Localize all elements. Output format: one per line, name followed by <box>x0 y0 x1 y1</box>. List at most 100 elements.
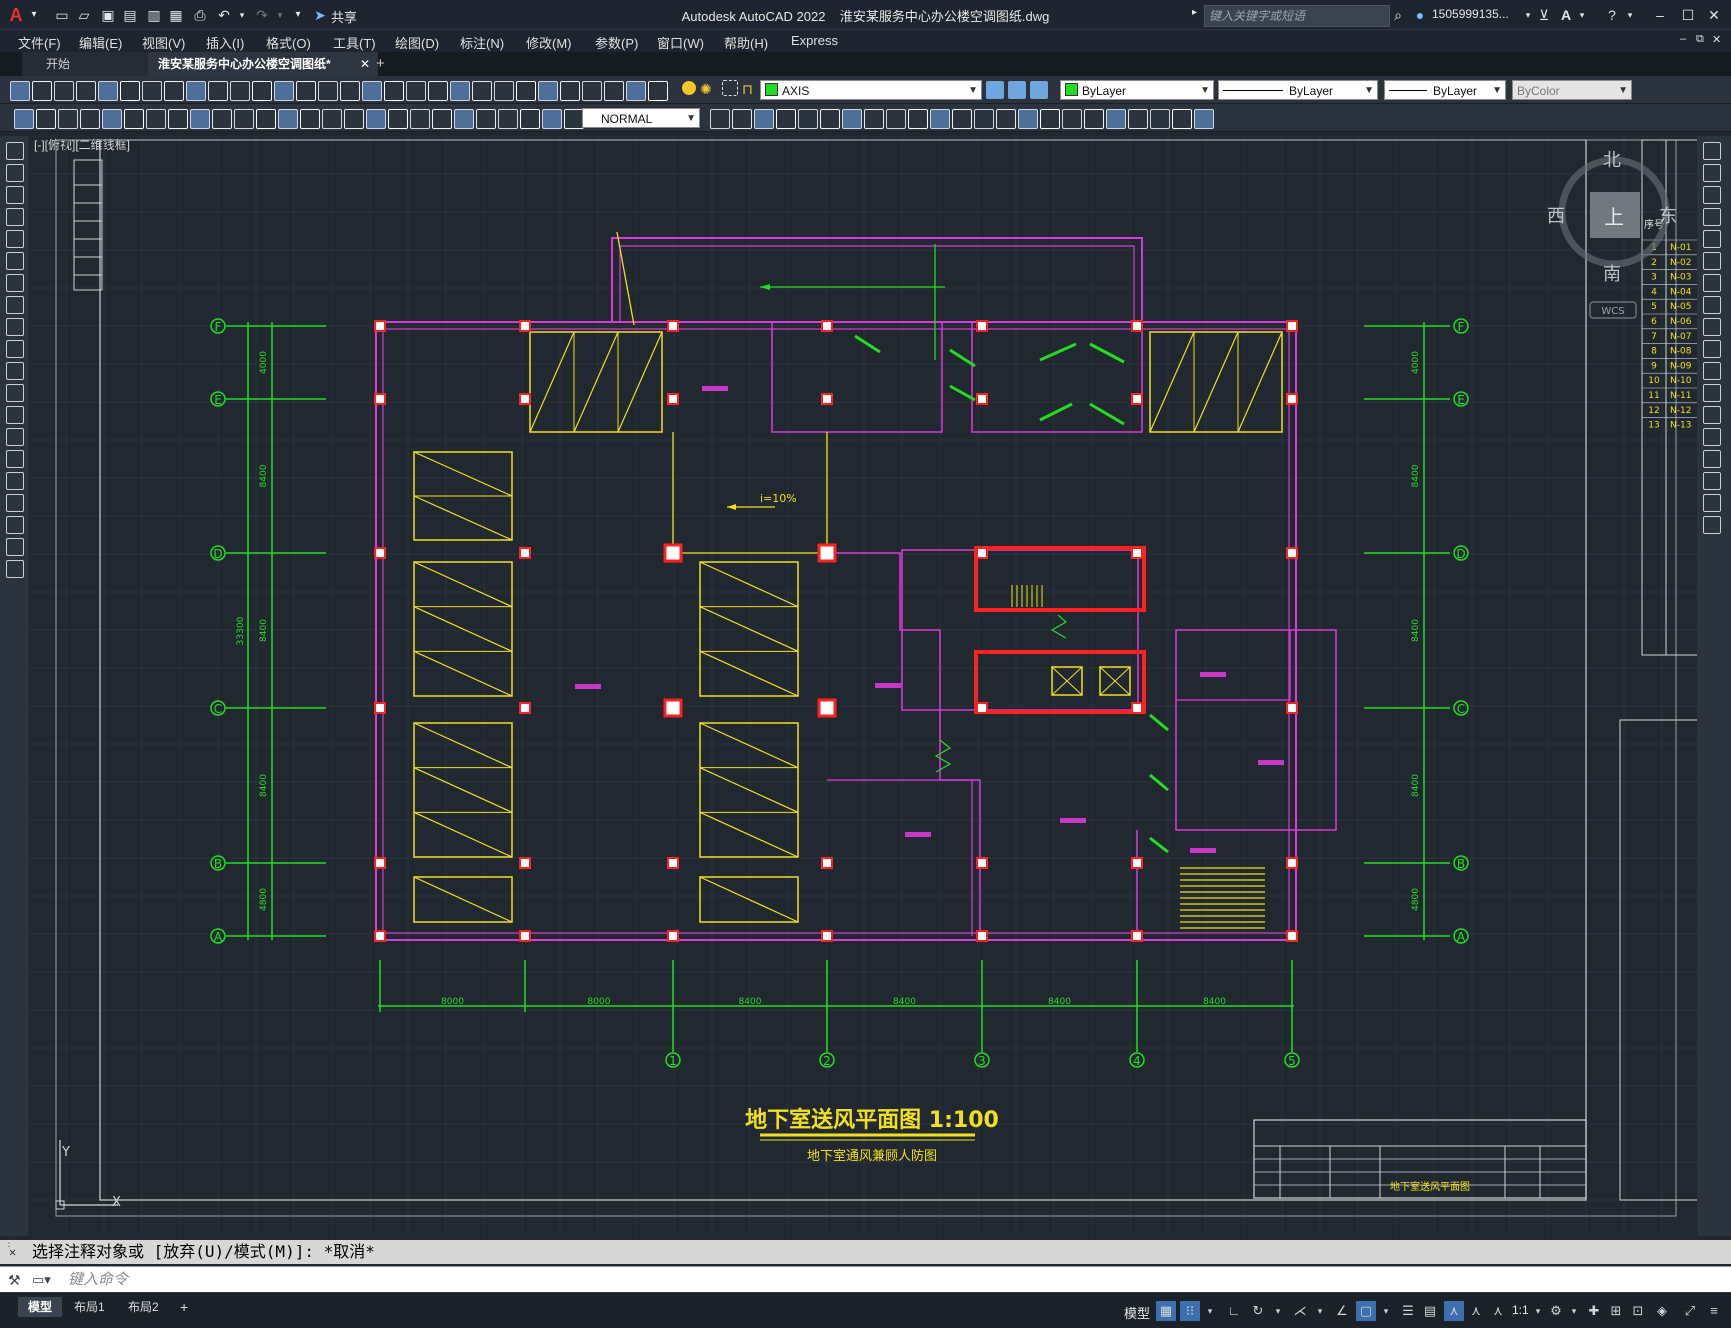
close-icon[interactable]: ✕ <box>1704 5 1724 25</box>
transparency-icon[interactable]: ▤ <box>1420 1301 1440 1321</box>
dimension-toolbar-button-13[interactable] <box>278 109 298 129</box>
viewcube-east[interactable]: 东 <box>1659 206 1677 227</box>
dimension-toolbar-button-37[interactable] <box>930 109 950 129</box>
search-expand-icon[interactable]: ▸ <box>1192 7 1197 18</box>
standard-toolbar-button-20[interactable] <box>428 81 448 101</box>
standard-toolbar-button-11[interactable] <box>230 81 250 101</box>
dimension-toolbar-button-3[interactable] <box>58 109 78 129</box>
dimension-toolbar-button-47[interactable] <box>1150 109 1170 129</box>
object-snap-icon[interactable]: ▢ <box>1356 1301 1376 1321</box>
draw-tool-10-icon[interactable] <box>6 340 24 358</box>
dimension-toolbar-button-30[interactable] <box>776 109 796 129</box>
standard-toolbar-button-17[interactable] <box>362 81 382 101</box>
modify-tool-16-icon[interactable] <box>1703 472 1721 490</box>
dimension-toolbar-button-12[interactable] <box>256 109 276 129</box>
share-icon[interactable]: ➤ <box>310 5 330 25</box>
menu-format[interactable]: 格式(O) <box>266 33 311 52</box>
draw-tool-19-icon[interactable] <box>6 538 24 556</box>
ortho-icon[interactable]: ∟ <box>1224 1301 1244 1321</box>
draw-tool-17-icon[interactable] <box>6 494 24 512</box>
dimension-toolbar-button-49[interactable] <box>1194 109 1214 129</box>
quick-properties-icon[interactable]: ⊡ <box>1628 1301 1648 1321</box>
object-snap-tracking-icon[interactable]: ∠ <box>1332 1301 1352 1321</box>
draw-tool-8-icon[interactable] <box>6 296 24 314</box>
standard-toolbar-button-23[interactable] <box>494 81 514 101</box>
dimension-toolbar-button-41[interactable] <box>1018 109 1038 129</box>
doc-restore-icon[interactable]: ⧉ <box>1696 33 1704 46</box>
modify-tool-18-icon[interactable] <box>1703 516 1721 534</box>
help-icon[interactable]: ? <box>1602 5 1622 25</box>
layer-lock-icon[interactable]: ⊓ <box>742 80 760 98</box>
menu-draw[interactable]: 绘图(D) <box>395 33 439 52</box>
dimension-toolbar-button-43[interactable] <box>1062 109 1082 129</box>
draw-tool-4-icon[interactable] <box>6 208 24 226</box>
viewcube-west[interactable]: 西 <box>1547 206 1565 227</box>
standard-toolbar-button-2[interactable] <box>32 81 52 101</box>
open-web-icon[interactable]: ▥ <box>144 5 164 25</box>
dimension-toolbar-button-40[interactable] <box>996 109 1016 129</box>
dimension-toolbar-button-31[interactable] <box>798 109 818 129</box>
dimension-toolbar-button-28[interactable] <box>732 109 752 129</box>
dimension-toolbar-button-8[interactable] <box>168 109 188 129</box>
standard-toolbar-button-24[interactable] <box>516 81 536 101</box>
tab-model[interactable]: 模型 <box>18 1297 63 1317</box>
standard-toolbar-button-12[interactable] <box>252 81 272 101</box>
standard-toolbar-button-9[interactable] <box>186 81 206 101</box>
menu-edit[interactable]: 编辑(E) <box>79 33 122 52</box>
isolate-objects-icon[interactable]: ◈ <box>1652 1301 1672 1321</box>
dimension-toolbar-button-24[interactable] <box>520 109 540 129</box>
draw-tool-12-icon[interactable] <box>6 384 24 402</box>
modify-tool-2-icon[interactable] <box>1703 164 1721 182</box>
modify-tool-13-icon[interactable] <box>1703 406 1721 424</box>
grid-icon[interactable]: ▦ <box>1156 1301 1176 1321</box>
modify-tool-7-icon[interactable] <box>1703 274 1721 292</box>
save-as-icon[interactable]: ▤ <box>120 5 140 25</box>
isodraft-dropdown-icon[interactable]: ▾ <box>1310 1301 1330 1321</box>
polar-dropdown-icon[interactable]: ▾ <box>1268 1301 1288 1321</box>
undo-dropdown-icon[interactable]: ▾ <box>232 5 252 25</box>
standard-toolbar-button-3[interactable] <box>54 81 74 101</box>
dimension-toolbar-button-18[interactable] <box>388 109 408 129</box>
doc-close-icon[interactable]: ✕ <box>1712 33 1721 46</box>
dimension-toolbar-button-2[interactable] <box>36 109 56 129</box>
make-current-layer-icon[interactable] <box>986 81 1004 99</box>
fullscreen-icon[interactable]: ⤢ <box>1680 1301 1700 1321</box>
dimension-toolbar-button-39[interactable] <box>974 109 994 129</box>
modify-tool-5-icon[interactable] <box>1703 230 1721 248</box>
dimension-toolbar-button-23[interactable] <box>498 109 518 129</box>
standard-toolbar-button-4[interactable] <box>76 81 96 101</box>
dimension-toolbar-button-38[interactable] <box>952 109 972 129</box>
standard-toolbar-button-25[interactable] <box>538 81 558 101</box>
modify-tool-11-icon[interactable] <box>1703 362 1721 380</box>
modify-tool-10-icon[interactable] <box>1703 340 1721 358</box>
standard-toolbar-button-15[interactable] <box>318 81 338 101</box>
standard-toolbar-button-30[interactable] <box>648 81 668 101</box>
layer-viewport-icon[interactable] <box>722 80 738 96</box>
dimension-toolbar-button-6[interactable] <box>124 109 144 129</box>
dimension-toolbar-button-11[interactable] <box>234 109 254 129</box>
standard-toolbar-button-26[interactable] <box>560 81 580 101</box>
standard-toolbar-button-21[interactable] <box>450 81 470 101</box>
dimension-toolbar-button-19[interactable] <box>410 109 430 129</box>
viewcube-south[interactable]: 南 <box>1603 264 1621 285</box>
redo-dropdown-icon[interactable]: ▾ <box>270 5 290 25</box>
dimension-toolbar-button-14[interactable] <box>300 109 320 129</box>
help-dropdown-icon[interactable]: ▾ <box>1620 5 1640 25</box>
annotation-scale-value[interactable]: 1:1 <box>1512 1303 1529 1317</box>
plotstyle-combo[interactable]: ByColor ▼ <box>1512 80 1632 100</box>
dimension-toolbar-button-44[interactable] <box>1084 109 1104 129</box>
command-line[interactable]: ⚒ ▭▾ 键入命令 <box>0 1266 1731 1292</box>
dimension-toolbar-button-32[interactable] <box>820 109 840 129</box>
linetype-combo[interactable]: ByLayer ▼ <box>1218 80 1378 100</box>
dimension-toolbar-button-48[interactable] <box>1172 109 1192 129</box>
menu-window[interactable]: 窗口(W) <box>657 33 704 52</box>
menu-parametric[interactable]: 参数(P) <box>595 33 638 52</box>
menu-modify[interactable]: 修改(M) <box>526 33 572 52</box>
draw-tool-2-icon[interactable] <box>6 164 24 182</box>
dimension-toolbar-button-1[interactable] <box>14 109 34 129</box>
layer-match-icon[interactable] <box>1008 81 1026 99</box>
scale-dropdown-icon[interactable]: ▾ <box>1528 1301 1548 1321</box>
user-icon[interactable]: ● <box>1410 5 1430 25</box>
dimension-toolbar-button-16[interactable] <box>344 109 364 129</box>
dimension-toolbar-button-4[interactable] <box>80 109 100 129</box>
